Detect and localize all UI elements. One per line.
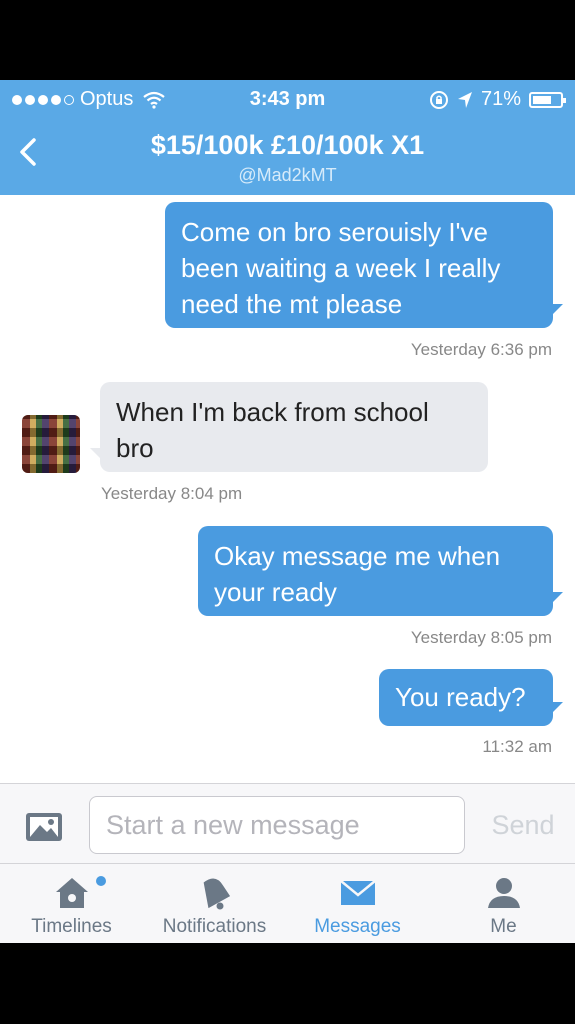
send-button[interactable]: Send bbox=[478, 810, 568, 841]
outgoing-message-bubble[interactable]: Okay message me when your ready bbox=[198, 526, 553, 616]
status-bar: Optus 3:43 pm 71% bbox=[0, 80, 575, 120]
avatar[interactable] bbox=[22, 415, 80, 473]
battery-percent: 71% bbox=[480, 88, 521, 110]
person-icon bbox=[487, 878, 520, 908]
photo-icon[interactable] bbox=[24, 811, 64, 843]
message-input[interactable] bbox=[89, 796, 465, 854]
bottom-letterbox bbox=[0, 943, 575, 1024]
outgoing-message-bubble[interactable]: Come on bro serouisly I've been waiting … bbox=[165, 202, 553, 328]
notification-dot bbox=[96, 876, 106, 886]
status-right-group: 71% bbox=[429, 88, 566, 111]
messages-screen: Optus 3:43 pm 71% $15/100k £10/100k X1 @… bbox=[0, 80, 575, 943]
top-letterbox bbox=[0, 0, 575, 80]
tab-messages[interactable]: Messages bbox=[286, 864, 429, 943]
message-text: Come on bro serouisly I've been waiting … bbox=[181, 217, 501, 319]
outgoing-message-bubble[interactable]: You ready? bbox=[379, 669, 553, 726]
tab-label: Timelines bbox=[31, 916, 112, 937]
incoming-message-bubble[interactable]: When I'm back from school bro bbox=[100, 382, 488, 472]
tab-timelines[interactable]: Timelines bbox=[0, 864, 143, 943]
home-icon bbox=[55, 878, 88, 908]
tab-label: Notifications bbox=[162, 916, 267, 937]
tab-label: Messages bbox=[314, 916, 401, 937]
battery-level-fill bbox=[533, 95, 551, 104]
location-arrow-icon bbox=[457, 91, 472, 108]
bubble-tail bbox=[551, 702, 563, 714]
bubble-tail bbox=[551, 592, 563, 604]
message-timestamp: Yesterday 8:04 pm bbox=[101, 484, 243, 503]
bubble-tail bbox=[90, 448, 102, 460]
conversation-handle: @Mad2kMT bbox=[238, 165, 337, 185]
bell-icon bbox=[203, 878, 230, 910]
tab-bar: Timelines Notifications Messages Me bbox=[0, 863, 575, 943]
tab-me[interactable]: Me bbox=[432, 864, 575, 943]
message-timestamp: Yesterday 6:36 pm bbox=[410, 340, 552, 359]
message-text: When I'm back from school bro bbox=[116, 397, 429, 463]
battery-icon bbox=[529, 91, 566, 108]
tab-label: Me bbox=[490, 916, 517, 937]
bubble-tail bbox=[551, 304, 563, 316]
message-timestamp: 11:32 am bbox=[482, 737, 552, 756]
conversation-header: Optus 3:43 pm 71% $15/100k £10/100k X1 @… bbox=[0, 80, 575, 195]
envelope-icon bbox=[339, 880, 376, 905]
conversation-title: $15/100k £10/100k X1 bbox=[150, 130, 425, 160]
rotation-lock-icon bbox=[429, 90, 448, 109]
message-text: You ready? bbox=[395, 682, 526, 712]
tab-notifications[interactable]: Notifications bbox=[143, 864, 286, 943]
message-composer: Send bbox=[0, 783, 575, 863]
message-timestamp: Yesterday 8:05 pm bbox=[410, 628, 552, 647]
message-text: Okay message me when your ready bbox=[214, 541, 501, 607]
